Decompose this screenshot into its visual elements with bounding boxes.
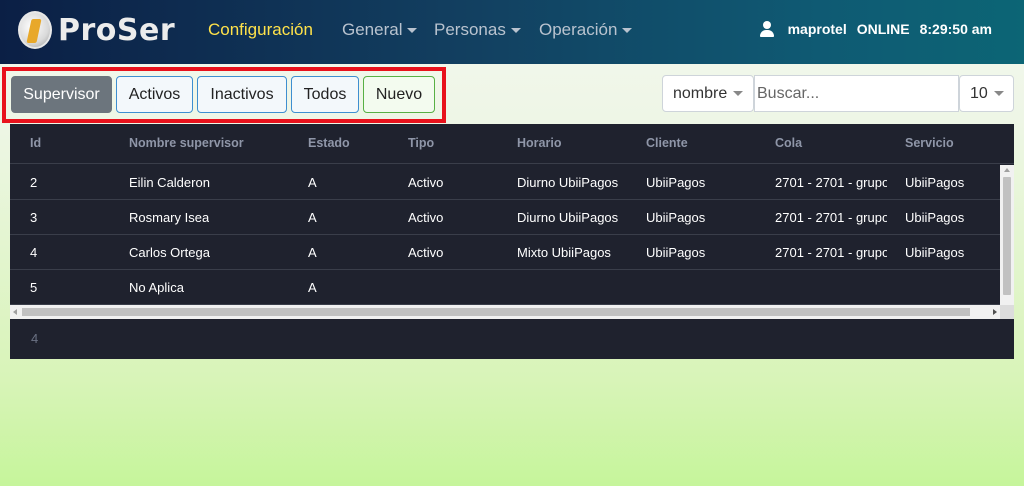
cell-horario: Diurno UbiiPagos — [517, 210, 619, 225]
search-field-select[interactable]: nombre — [662, 75, 754, 112]
nuevo-button[interactable]: Nuevo — [363, 76, 435, 113]
cell-nombre: Eilin Calderon — [129, 175, 210, 190]
nav-item-label: General — [342, 20, 403, 39]
user-status-area: maprotel ONLINE 8:29:50 am — [759, 21, 992, 37]
cell-servicio: UbiiPagos — [905, 245, 965, 260]
cell-servicio: UbiiPagos — [905, 210, 965, 225]
chevron-down-icon — [510, 27, 521, 33]
cell-estado: A — [308, 245, 317, 260]
table-body: 2 Eilin Calderon A Activo Diurno UbiiPag… — [10, 165, 1000, 305]
cell-tipo: Activo — [408, 175, 444, 190]
table-row[interactable]: 3 Rosmary Isea A Activo Diurno UbiiPagos… — [10, 200, 1000, 235]
table-row[interactable]: 2 Eilin Calderon A Activo Diurno UbiiPag… — [10, 165, 1000, 200]
username[interactable]: maprotel — [788, 21, 847, 37]
nav-item-operacion[interactable]: Operación — [539, 20, 633, 40]
todos-button[interactable]: Todos — [291, 76, 359, 113]
chevron-down-icon — [407, 27, 418, 33]
cell-estado: A — [308, 210, 317, 225]
column-header-estado[interactable]: Estado — [308, 136, 350, 150]
nav-item-general[interactable]: General — [342, 20, 418, 40]
cell-estado: A — [308, 280, 317, 295]
user-icon — [759, 21, 774, 37]
chevron-down-icon — [993, 91, 1004, 96]
cell-tipo: Activo — [408, 245, 444, 260]
cell-nombre: Carlos Ortega — [129, 245, 210, 260]
cell-id: 3 — [30, 210, 38, 225]
nav-item-personas[interactable]: Personas — [434, 20, 521, 40]
supervisor-button[interactable]: Supervisor — [11, 76, 112, 113]
supervisors-table: Id Nombre supervisor Estado Tipo Horario… — [10, 124, 1014, 359]
column-header-horario[interactable]: Horario — [517, 136, 561, 150]
nav-item-label: Personas — [434, 20, 506, 39]
nav-item-label: Operación — [539, 20, 618, 39]
proser-logo-icon — [18, 11, 52, 49]
cell-id: 4 — [30, 245, 38, 260]
search-input[interactable] — [754, 75, 959, 112]
nav-item-label: Configuración — [208, 20, 313, 39]
activos-button[interactable]: Activos — [116, 76, 193, 113]
scroll-right-arrow-icon[interactable] — [993, 309, 997, 315]
clock-time: 8:29:50 am — [919, 21, 992, 37]
online-status: ONLINE — [856, 21, 910, 37]
cell-id: 5 — [30, 280, 38, 295]
total-count: 4 — [31, 331, 39, 346]
table-header: Id Nombre supervisor Estado Tipo Horario… — [10, 124, 1014, 164]
column-header-cliente[interactable]: Cliente — [646, 136, 688, 150]
cell-cliente: UbiiPagos — [646, 245, 706, 260]
cell-estado: A — [308, 175, 317, 190]
cell-cola: 2701 - 2701 - grupo — [775, 245, 887, 260]
table-row[interactable]: 5 No Aplica A — [10, 270, 1000, 305]
brand-name: ProSer — [58, 12, 176, 48]
column-header-tipo[interactable]: Tipo — [408, 136, 434, 150]
cell-cola: 2701 - 2701 - grupo — [775, 210, 887, 225]
vertical-scrollbar-thumb[interactable] — [1003, 177, 1011, 295]
top-navbar: ProSer Configuración General Personas Op… — [0, 0, 1024, 64]
cell-cliente: UbiiPagos — [646, 175, 706, 190]
horizontal-scrollbar-thumb[interactable] — [22, 308, 970, 316]
cell-cola: 2701 - 2701 - grupo — [775, 175, 887, 190]
search-field-value: nombre — [673, 84, 728, 102]
page-size-select[interactable]: 10 — [959, 75, 1014, 112]
page-size-value: 10 — [970, 84, 988, 102]
cell-nombre: No Aplica — [129, 280, 184, 295]
table-row[interactable]: 4 Carlos Ortega A Activo Mixto UbiiPagos… — [10, 235, 1000, 270]
chevron-down-icon — [622, 27, 633, 33]
inactivos-button[interactable]: Inactivos — [197, 76, 287, 113]
cell-cliente: UbiiPagos — [646, 210, 706, 225]
cell-horario: Diurno UbiiPagos — [517, 175, 619, 190]
scroll-left-arrow-icon[interactable] — [13, 309, 17, 315]
column-header-cola[interactable]: Cola — [775, 136, 802, 150]
horizontal-scrollbar[interactable] — [10, 305, 1000, 319]
chevron-down-icon — [733, 91, 744, 96]
cell-servicio: UbiiPagos — [905, 175, 965, 190]
scroll-up-arrow-icon[interactable] — [1004, 168, 1010, 172]
cell-tipo: Activo — [408, 210, 444, 225]
cell-id: 2 — [30, 175, 38, 190]
cell-horario: Mixto UbiiPagos — [517, 245, 611, 260]
vertical-scrollbar[interactable] — [1000, 165, 1014, 305]
brand-logo[interactable]: ProSer — [18, 11, 175, 49]
scrollbar-corner — [1000, 305, 1014, 319]
nav-item-configuracion[interactable]: Configuración — [208, 20, 313, 40]
column-header-nombre[interactable]: Nombre supervisor — [129, 136, 244, 150]
column-header-servicio[interactable]: Servicio — [905, 136, 954, 150]
cell-nombre: Rosmary Isea — [129, 210, 210, 225]
column-header-id[interactable]: Id — [30, 136, 41, 150]
